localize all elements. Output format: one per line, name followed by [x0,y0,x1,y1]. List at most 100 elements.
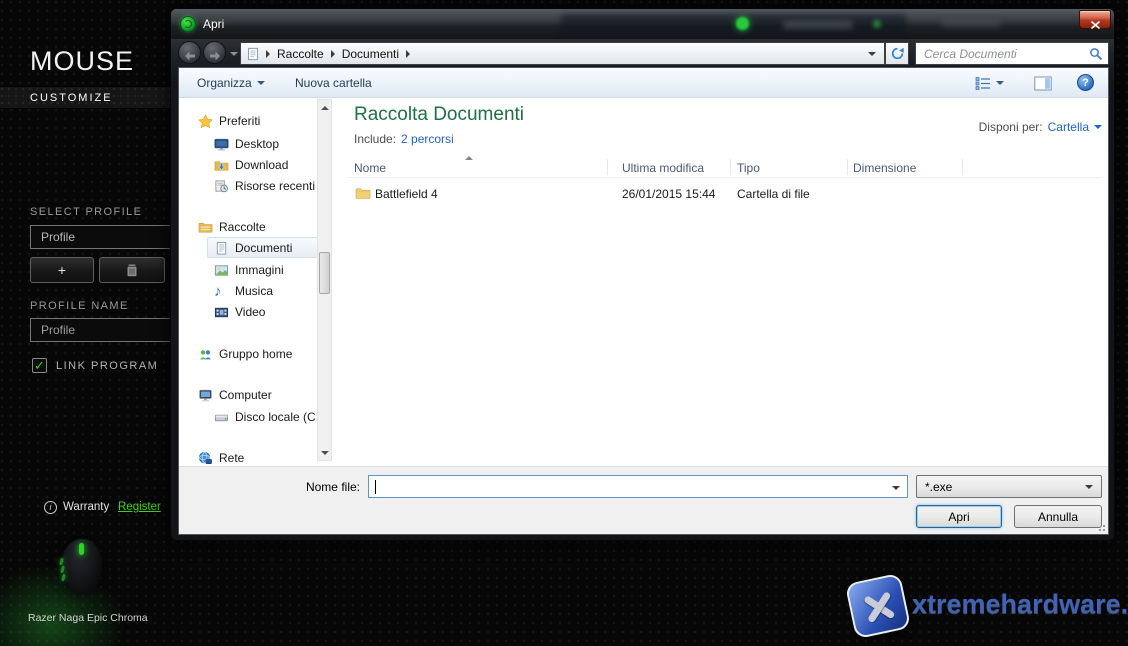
info-icon: i [44,501,57,514]
new-folder-label: Nuova cartella [295,76,372,90]
column-header-tipo[interactable]: Tipo [737,161,760,175]
profile-select[interactable]: Profile [30,225,188,249]
arrange-value[interactable]: Cartella [1048,120,1089,134]
documents-library-icon [214,241,229,256]
glass-green-dot [736,17,749,30]
glass-reflection [561,14,906,35]
sidebar-item-preferiti[interactable]: Preferiti [198,112,260,130]
search-icon[interactable] [1089,47,1103,61]
trash-icon [126,264,138,277]
sidebar-item-gruppo-home[interactable]: Gruppo home [198,345,292,363]
column-header-ultima-modifica[interactable]: Ultima modifica [622,161,704,175]
arrange-by-control[interactable]: Disponi per: Cartella [979,120,1102,134]
profile-select-value: Profile [41,230,75,244]
warranty-label: Warranty [63,501,109,513]
help-button[interactable]: ? [1077,74,1094,91]
scrollbar-thumb[interactable] [319,252,330,294]
link-program-checkbox[interactable]: ✓ [32,358,47,373]
pictures-library-icon [214,263,229,278]
app-icon [180,16,196,32]
arrange-label: Disponi per: [979,120,1043,134]
address-bar-row: Raccolte Documenti [171,39,1114,67]
breadcrumb-sep-icon[interactable] [406,50,410,58]
filename-combo [368,475,908,498]
content-area: Preferiti Desktop Download Risorse recen… [179,98,1108,466]
library-title: Raccolta Documenti [354,104,524,126]
local-disk-icon [214,410,229,425]
search-box [915,42,1109,65]
cancel-button[interactable]: Annulla [1014,505,1102,528]
sidebar-item-risorse-recenti[interactable]: Risorse recenti [214,177,315,195]
column-header-dimensione[interactable]: Dimensione [853,161,916,175]
delete-profile-button[interactable] [99,257,165,283]
profile-name-input[interactable] [31,322,171,338]
favorites-star-icon [198,114,213,129]
libraries-icon [198,220,213,235]
address-dropdown-icon[interactable] [868,52,876,56]
music-library-icon: ♪ [214,284,229,299]
videos-library-icon [214,305,229,320]
glass-blur-text-2 [941,20,1001,28]
sidebar-item-video[interactable]: Video [214,303,265,321]
file-type: Cartella di file [737,187,810,201]
breadcrumb-item-raccolte[interactable]: Raccolte [270,47,331,61]
desktop-icon [214,137,229,152]
breadcrumb[interactable]: Raccolte Documenti [240,42,885,65]
filename-input[interactable] [374,478,879,495]
sidebar-item-documenti[interactable]: Documenti [214,239,292,257]
sidebar-scrollbar[interactable] [317,99,332,461]
dialog-footer: Nome file: *.exe Apri Annulla [179,466,1108,534]
glass-blur-text [783,21,853,29]
profile-name-field-wrap [30,318,188,342]
sidebar-item-raccolte[interactable]: Raccolte [198,218,266,236]
sidebar-item-rete[interactable]: Rete [198,449,244,466]
search-input[interactable] [922,45,1082,62]
dialog-client-area: Organizza Nuova cartella [178,67,1109,535]
sidebar-item-musica[interactable]: ♪ Musica [214,282,273,300]
close-button[interactable] [1079,10,1111,29]
change-view-button[interactable] [971,68,1008,98]
refresh-button[interactable] [885,42,909,65]
sidebar-item-disco-locale[interactable]: Disco locale (C:) [214,408,323,426]
sidebar-item-download[interactable]: Download [214,156,288,174]
watermark-text: xtremehardware.com [912,589,1128,620]
file-modified: 26/01/2015 15:44 [622,187,715,201]
location-page-icon [246,47,260,61]
dialog-title: Apri [203,17,224,31]
tab-customize-label: CUSTOMIZE [30,92,113,104]
watermark-logo [845,573,911,639]
page-title: MOUSE [30,46,134,77]
recent-places-icon [214,179,229,194]
filetype-select[interactable]: *.exe [916,475,1102,498]
back-button[interactable] [178,41,201,64]
include-paths-link[interactable]: 2 percorsi [401,132,454,146]
sidebar-item-desktop[interactable]: Desktop [214,135,279,153]
network-icon [198,451,213,466]
forward-button[interactable] [203,41,226,64]
sidebar-item-immagini[interactable]: Immagini [214,261,284,279]
dialog-titlebar[interactable]: Apri [171,9,1114,39]
open-file-dialog: Apri [170,8,1115,541]
column-header-row: Nome Ultima modifica Tipo Dimensione [347,156,1102,178]
preview-pane-button[interactable] [1030,68,1056,98]
add-profile-button[interactable]: + [30,257,94,283]
sidebar-item-computer[interactable]: Computer [198,386,272,404]
homegroup-icon [198,347,213,362]
organize-label: Organizza [197,76,252,90]
link-program-label: LINK PROGRAM [56,360,158,372]
scroll-down-button[interactable] [318,445,331,460]
table-row[interactable]: Battlefield 4 26/01/2015 15:44 Cartella … [349,184,1102,204]
new-folder-button[interactable]: Nuova cartella [287,68,380,98]
organize-menu-button[interactable]: Organizza [189,68,273,98]
register-link[interactable]: Register [118,501,161,513]
column-header-nome[interactable]: Nome [354,161,386,175]
plus-icon: + [58,262,66,278]
scroll-up-button[interactable] [318,100,331,115]
open-button[interactable]: Apri [916,505,1002,528]
tab-customize[interactable]: CUSTOMIZE [0,86,170,109]
history-dropdown-icon[interactable] [230,52,238,56]
filename-dropdown-icon[interactable] [892,486,900,490]
glass-green-dot-2 [873,20,881,28]
resize-grip-icon[interactable] [1095,521,1105,531]
breadcrumb-item-documenti[interactable]: Documenti [335,47,406,61]
